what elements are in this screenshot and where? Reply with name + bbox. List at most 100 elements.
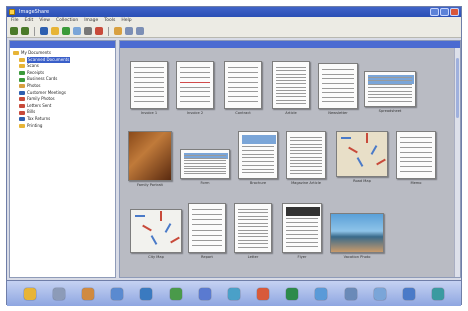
text-line <box>242 164 274 166</box>
menu-image[interactable]: Image <box>84 17 98 25</box>
tree-item-label: Family Photos <box>27 96 55 102</box>
view-icon[interactable] <box>125 27 133 35</box>
map-road <box>348 146 358 154</box>
folder-icon <box>13 51 19 56</box>
document-thumbnail[interactable] <box>130 61 168 109</box>
text-line <box>368 93 412 95</box>
web-icon[interactable] <box>198 287 211 300</box>
scrollbar-thumb[interactable] <box>456 58 459 118</box>
vertical-scrollbar[interactable] <box>454 48 460 277</box>
document-thumbnail[interactable] <box>364 71 416 107</box>
menu-collection[interactable]: Collection <box>56 17 78 25</box>
menu-file[interactable]: File <box>11 17 19 25</box>
menu-view[interactable]: View <box>39 17 50 25</box>
menu-tools[interactable]: Tools <box>104 17 115 25</box>
home-icon[interactable] <box>23 287 36 300</box>
print-icon[interactable] <box>84 27 92 35</box>
export-icon[interactable] <box>373 287 386 300</box>
document-thumbnail[interactable] <box>286 131 326 179</box>
text-line <box>400 161 432 163</box>
tree-item[interactable]: Photos <box>13 83 112 90</box>
text-line <box>242 149 274 151</box>
email-icon[interactable] <box>286 287 299 300</box>
help-icon[interactable] <box>432 287 445 300</box>
tree-item[interactable]: Bills <box>13 109 112 116</box>
tree-item[interactable]: Tax Returns <box>13 116 112 123</box>
share-icon[interactable] <box>227 287 240 300</box>
text-line <box>180 81 210 83</box>
document-thumbnail[interactable] <box>318 63 358 109</box>
folder-icon[interactable] <box>51 27 59 35</box>
text-line <box>242 153 274 155</box>
thumbnail-label: Invoice 1 <box>140 111 158 115</box>
thumbnail-label: City Map <box>148 255 164 259</box>
text-line <box>238 236 268 238</box>
text-line <box>322 101 354 103</box>
document-thumbnail[interactable] <box>130 209 182 253</box>
refresh-icon[interactable] <box>62 27 70 35</box>
email-icon[interactable] <box>114 27 122 35</box>
tree-item[interactable]: Customer Meetings <box>13 90 112 97</box>
text-line <box>134 81 164 83</box>
map-road <box>376 158 386 166</box>
print-icon[interactable] <box>344 287 357 300</box>
text-line <box>184 168 226 170</box>
zoom-icon[interactable] <box>136 27 144 35</box>
text-line <box>368 87 412 89</box>
scanner-icon[interactable] <box>52 287 65 300</box>
document-thumbnail[interactable] <box>176 61 214 109</box>
text-line <box>276 93 306 94</box>
tree-item[interactable]: Printing <box>13 123 112 130</box>
text-line <box>180 76 210 78</box>
lock-icon[interactable] <box>111 287 124 300</box>
document-thumbnail[interactable] <box>330 213 384 253</box>
text-line <box>228 76 258 78</box>
close-button[interactable] <box>450 8 459 16</box>
delete-icon[interactable] <box>95 27 103 35</box>
document-thumbnail[interactable] <box>224 61 262 109</box>
tree-item[interactable]: Receipts <box>13 70 112 77</box>
text-line <box>290 172 322 174</box>
search-icon[interactable] <box>40 27 48 35</box>
document-thumbnail[interactable] <box>180 149 230 179</box>
document-thumbnail[interactable] <box>396 131 436 179</box>
document-thumbnail[interactable] <box>336 131 388 177</box>
thumbnail-pane: Invoice 1 Invoice 2 Contract Article Newslet… <box>119 40 461 278</box>
menu-help[interactable]: Help <box>121 17 131 25</box>
text-line <box>180 91 210 93</box>
back-icon[interactable] <box>10 27 18 35</box>
folder-tree: My Documents Scanned Documents Scans Receip… <box>10 48 115 131</box>
folder-icon <box>19 77 25 82</box>
tree-item[interactable]: My Documents <box>13 50 112 57</box>
settings-icon[interactable] <box>403 287 416 300</box>
document-thumbnail[interactable] <box>272 61 310 109</box>
app-icon <box>9 9 15 15</box>
tree-item[interactable]: Family Photos <box>13 96 112 103</box>
thumbnail-label: Road Map <box>353 179 371 183</box>
document-thumbnail[interactable] <box>234 203 272 253</box>
document-thumbnail[interactable] <box>238 131 278 179</box>
tree-item[interactable]: Letters Sent <box>13 103 112 110</box>
minimize-button[interactable] <box>430 8 439 16</box>
forward-icon[interactable] <box>21 27 29 35</box>
convert-icon[interactable] <box>169 287 182 300</box>
app-window: ImageShare File Edit View Collection Ima… <box>6 6 462 306</box>
tree-item[interactable]: Scans <box>13 63 112 70</box>
pdf-icon[interactable] <box>257 287 270 300</box>
ocr-icon[interactable] <box>140 287 153 300</box>
document-thumbnail[interactable] <box>188 203 226 253</box>
tree-item[interactable]: Scanned Documents <box>13 56 112 64</box>
text-line <box>286 238 318 239</box>
document-thumbnail[interactable] <box>128 131 172 181</box>
scan-icon[interactable] <box>73 27 81 35</box>
text-line <box>290 163 322 164</box>
text-line <box>276 70 306 72</box>
maximize-button[interactable] <box>440 8 449 16</box>
fax-icon[interactable] <box>315 287 328 300</box>
menu-edit[interactable]: Edit <box>25 17 34 25</box>
text-line <box>286 246 318 247</box>
camera-icon[interactable] <box>81 287 94 300</box>
tree-item[interactable]: Business Cards <box>13 76 112 83</box>
document-thumbnail[interactable] <box>282 203 322 253</box>
text-line <box>368 97 412 99</box>
